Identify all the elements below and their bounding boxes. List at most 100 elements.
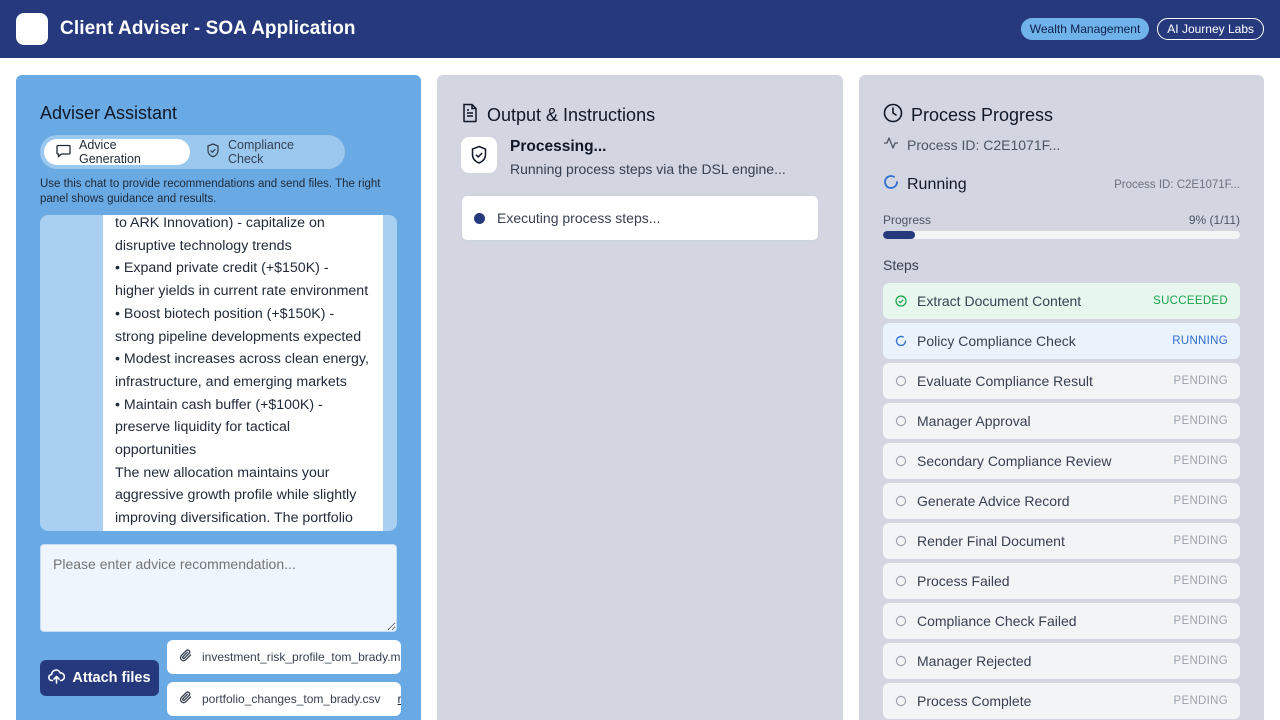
message-line: disruptive technology trends (115, 237, 292, 254)
tab-label: Compliance Check (227, 138, 294, 166)
shield-check-icon (461, 137, 497, 173)
advice-input[interactable] (40, 544, 397, 632)
circle-icon (895, 375, 907, 387)
processing-header: Processing... Running process steps via … (461, 137, 786, 177)
ai-journey-labs-badge: AI Journey Labs (1157, 18, 1264, 40)
spinner-icon (895, 335, 907, 347)
file-name: investment_risk_profile_tom_brady.md (202, 650, 401, 664)
progress-bar-fill (883, 231, 916, 239)
circle-icon (895, 615, 907, 627)
panel-title-text: Output & Instructions (487, 105, 656, 125)
step-status: SUCCEEDED (1153, 295, 1228, 307)
step-status: PENDING (1173, 575, 1228, 587)
spinner-icon (883, 174, 899, 195)
step-item: Generate Advice Record PENDING (883, 483, 1240, 519)
process-progress-panel: Process Progress Process ID: C2E1071F...… (859, 75, 1264, 720)
message-line: opportunities (115, 442, 197, 459)
app-title: Client Adviser - SOA Application (60, 18, 356, 39)
app-logo (16, 13, 48, 45)
step-name: Secondary Compliance Review (917, 453, 1112, 469)
status-label: Running (907, 175, 967, 193)
message-line: • Maintain cash buffer (+$100K) - (115, 396, 323, 413)
message-line: • Boost biotech position (+$150K) - (115, 305, 335, 322)
step-item: Evaluate Compliance Result PENDING (883, 363, 1240, 399)
message-line: The new allocation maintains your (115, 464, 330, 481)
message-line: aggressive growth profile while slightly (115, 487, 357, 504)
process-status: Running Process ID: C2E1071F... (883, 174, 1240, 195)
message-line: improving diversification. The portfolio (115, 510, 353, 527)
chat-message: to ARK Innovation) - capitalize on disrup… (103, 215, 383, 531)
step-name: Process Complete (917, 693, 1032, 709)
tab-compliance-check[interactable]: Compliance Check (194, 138, 341, 166)
message-line: • Expand private credit (+$150K) - (115, 260, 329, 277)
step-status: PENDING (1173, 655, 1228, 667)
step-name: Manager Approval (917, 413, 1031, 429)
step-name: Evaluate Compliance Result (917, 373, 1093, 389)
shield-check-icon (206, 143, 220, 161)
message-line: • Modest increases across clean energy, (115, 351, 369, 368)
message-line: to ARK Innovation) - capitalize on (115, 215, 325, 231)
step-status: PENDING (1173, 415, 1228, 427)
step-name: Extract Document Content (917, 293, 1082, 309)
processing-subtitle: Running process steps via the DSL engine… (510, 161, 786, 177)
attach-files-button[interactable]: Attach files (40, 660, 159, 696)
message-line: higher yields in current rate environmen… (115, 283, 369, 300)
activity-icon (883, 136, 899, 153)
panel-title: Process Progress (883, 103, 1053, 128)
executing-status-card: Executing process steps... (461, 195, 819, 241)
step-status: PENDING (1173, 455, 1228, 467)
step-item: Secondary Compliance Review PENDING (883, 443, 1240, 479)
step-status: PENDING (1173, 375, 1228, 387)
tab-advice-generation[interactable]: Advice Generation (44, 138, 190, 166)
output-panel: Output & Instructions Processing... Runn… (437, 75, 843, 720)
status-process-id: Process ID: C2E1071F... (1114, 178, 1240, 191)
processing-title: Processing... (510, 138, 607, 155)
step-item: Manager Approval PENDING (883, 403, 1240, 439)
paperclip-icon (179, 690, 193, 708)
step-item: Extract Document Content SUCCEEDED (883, 283, 1240, 319)
mode-tabs: Advice Generation Compliance Check (40, 135, 345, 169)
chat-history[interactable]: to ARK Innovation) - capitalize on disrup… (40, 215, 397, 531)
step-status: PENDING (1173, 535, 1228, 547)
circle-icon (895, 495, 907, 507)
step-item: Process Failed PENDING (883, 563, 1240, 599)
step-status: PENDING (1173, 495, 1228, 507)
document-icon (461, 103, 479, 128)
message-line: infrastructure, and emerging markets (115, 373, 347, 390)
step-item: Process Complete PENDING (883, 683, 1240, 719)
wealth-management-badge: Wealth Management (1020, 18, 1150, 40)
helper-text: Use this chat to provide recommendations… (40, 178, 381, 205)
step-status: PENDING (1173, 695, 1228, 707)
attached-file: investment_risk_profile_tom_brady.md rem… (167, 640, 401, 674)
step-item: Render Final Document PENDING (883, 523, 1240, 559)
progress-label-row: Progress 9% (1/11) (883, 213, 1240, 227)
message-line: preserve liquidity for tactical (115, 419, 291, 436)
app-header: Client Adviser - SOA Application Wealth … (0, 0, 1280, 58)
step-name: Manager Rejected (917, 653, 1032, 669)
step-status: RUNNING (1172, 335, 1228, 347)
step-name: Compliance Check Failed (917, 613, 1077, 629)
step-item: Compliance Check Failed PENDING (883, 603, 1240, 639)
cloud-upload-icon (48, 668, 66, 688)
file-name: portfolio_changes_tom_brady.csv (202, 692, 381, 706)
step-name: Policy Compliance Check (917, 333, 1076, 349)
panel-title-text: Process Progress (911, 105, 1054, 125)
process-id: Process ID: C2E1071F... (907, 136, 1061, 153)
attached-file: portfolio_changes_tom_brady.csv remove (167, 682, 401, 716)
remove-file-link[interactable]: remove (398, 692, 401, 706)
circle-icon (895, 455, 907, 467)
clock-icon (883, 103, 903, 128)
step-status: PENDING (1173, 615, 1228, 627)
circle-icon (895, 575, 907, 587)
chat-bubble-icon (56, 144, 71, 161)
step-item: Manager Rejected PENDING (883, 643, 1240, 679)
panel-title: Output & Instructions (461, 103, 655, 128)
circle-icon (895, 415, 907, 427)
process-id-line: Process ID: C2E1071F... (883, 136, 1060, 153)
adviser-assistant-panel: Adviser Assistant Advice Generation Comp… (16, 75, 421, 720)
circle-icon (895, 695, 907, 707)
paperclip-icon (179, 648, 193, 666)
step-name: Generate Advice Record (917, 493, 1070, 509)
attach-files-label: Attach files (72, 670, 151, 686)
progress-value: 9% (1/11) (1188, 213, 1240, 227)
